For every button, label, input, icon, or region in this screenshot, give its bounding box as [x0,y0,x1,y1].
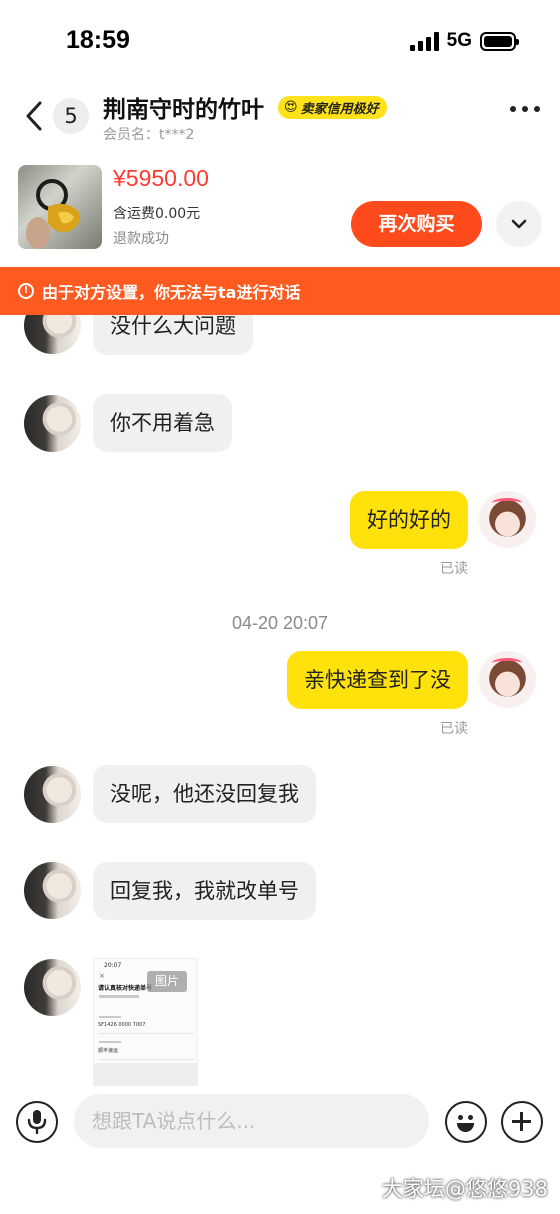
product-shipping: 含运费0.00元 [113,206,201,222]
partner-avatar[interactable] [24,959,81,1016]
message-bubble[interactable]: 回复我，我就改单号 [93,862,316,920]
emoji-button[interactable] [445,1101,487,1143]
order-status: 退款成功 [113,231,169,247]
expand-button[interactable] [496,201,542,247]
image-preview-time: 20:07 [104,962,122,969]
message-input[interactable] [74,1094,429,1148]
voice-input-button[interactable] [16,1101,58,1143]
network-label: 5G [446,30,472,51]
message-bubble[interactable]: 没呢，他还没回复我 [93,765,316,823]
member-name: 会员名：t***2 [103,127,195,143]
my-avatar[interactable] [479,491,536,548]
message-bubble[interactable]: 亲快递查到了没 [287,651,468,709]
status-time: 18:59 [66,26,130,54]
image-tag: 图片 [147,971,187,992]
heart-eyes-icon: 😍 [284,100,298,115]
battery-icon [480,31,519,51]
unread-count-badge[interactable]: 5 [53,98,89,134]
back-arrow-icon[interactable] [22,98,52,134]
warning-icon: ! [18,283,34,299]
partner-avatar[interactable] [24,766,81,823]
more-options-icon[interactable] [510,106,540,112]
chat-restricted-banner: ! 由于对方设置，你无法与ta进行对话 [0,267,560,315]
add-attachment-button[interactable] [501,1101,543,1143]
time-divider: 04-20 20:07 [231,613,329,633]
signal-icon [409,31,439,51]
seller-credit-label: 卖家信用极好 [300,102,379,117]
product-thumbnail[interactable] [18,165,102,249]
chevron-down-icon [511,219,527,229]
image-preview-number: SF1426 0000 7007 [98,1022,146,1028]
image-preview-company: 顺丰速运 [98,1048,119,1054]
read-receipt: 已读 [440,561,468,577]
message-bubble[interactable]: 好的好的 [350,491,468,549]
status-bar: 18:59 5G [0,0,560,84]
partner-avatar[interactable] [24,862,81,919]
watermark: 大家坛@悠悠938 [381,1177,548,1201]
image-preview-close: × [99,972,105,980]
product-price: ¥5950.00 [113,165,209,191]
rebuy-button[interactable]: 再次购买 [351,201,482,247]
emoji-icon [458,1115,463,1120]
warning-text: 由于对方设置，你无法与ta进行对话 [42,283,301,302]
image-message[interactable]: 20:07 × 请认真核对快递单号 SF1426 0000 7007 顺丰速运 … [93,958,198,1086]
image-preview-title: 请认真核对快递单号 [98,985,153,992]
microphone-icon [27,1110,47,1135]
partner-avatar[interactable] [24,395,81,452]
my-avatar[interactable] [479,651,536,708]
status-indicators: 5G [409,30,519,52]
message-bubble[interactable]: 你不用着急 [93,394,232,452]
seller-credit-badge: 😍 卖家信用极好 [278,96,387,119]
read-receipt: 已读 [440,721,468,737]
chat-partner-name[interactable]: 荆南守时的竹叶 [103,90,264,124]
